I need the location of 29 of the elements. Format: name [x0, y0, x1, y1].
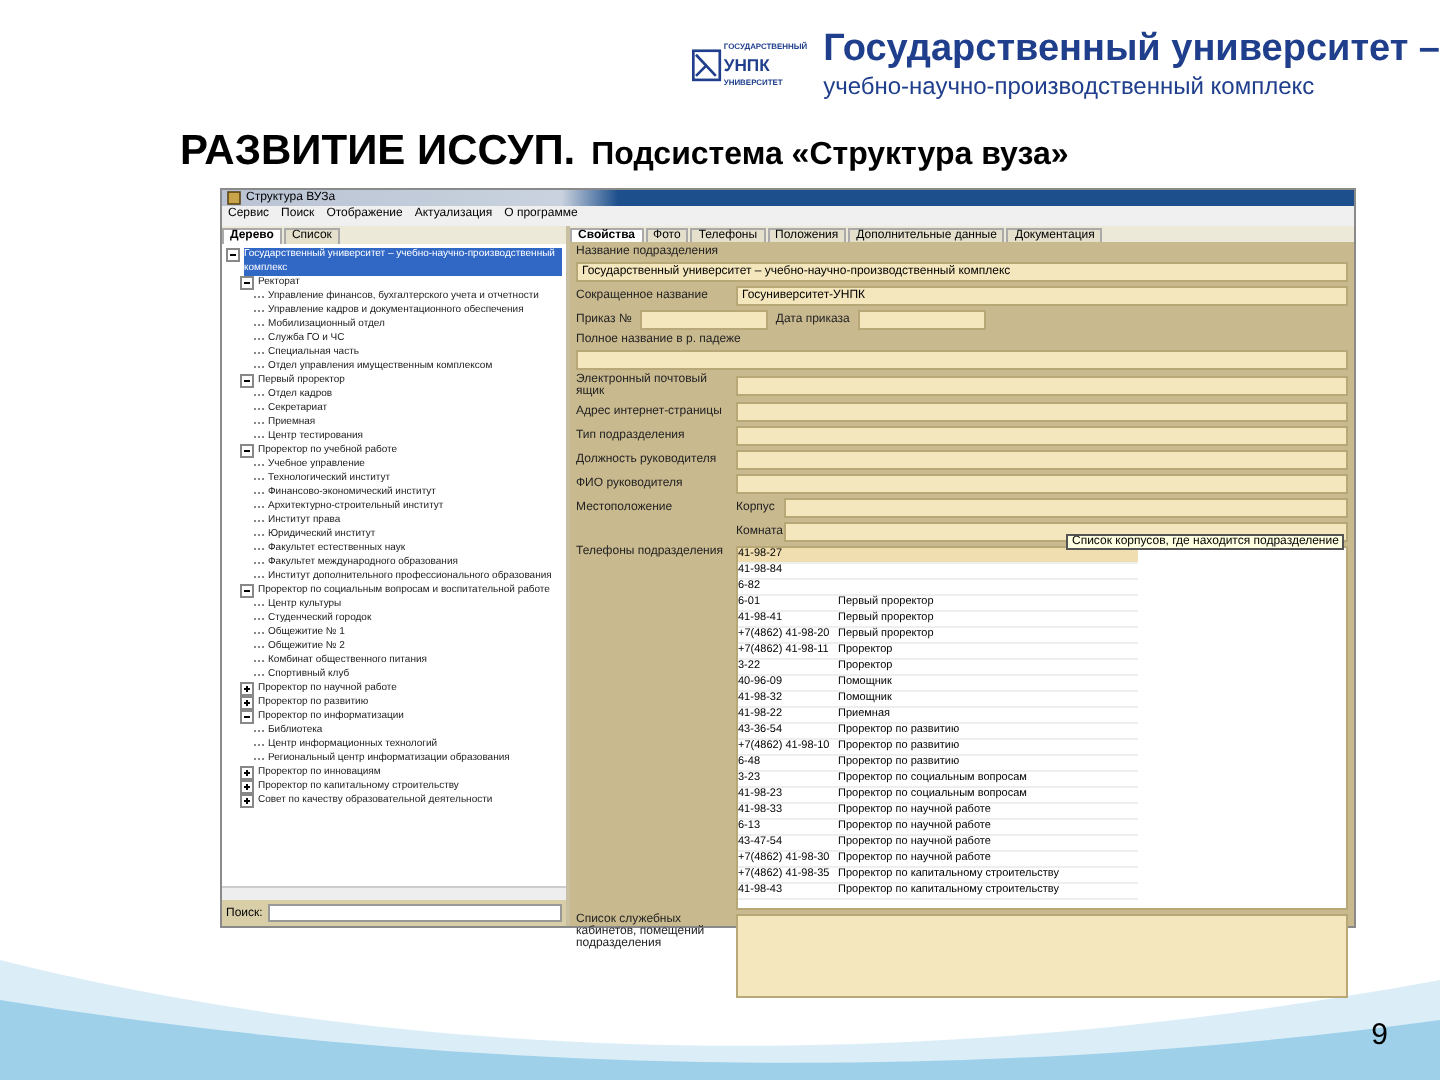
expand-icon[interactable] — [240, 682, 254, 696]
university-subtitle: учебно-научно-производственный комплекс — [823, 72, 1317, 100]
input-field[interactable] — [857, 310, 986, 330]
collapse-icon[interactable] — [240, 444, 254, 458]
horizontal-scrollbar[interactable] — [222, 886, 566, 900]
input-field[interactable] — [736, 426, 1348, 446]
collapse-icon[interactable] — [240, 276, 254, 290]
input-field[interactable] — [576, 350, 1348, 370]
input-field[interactable] — [784, 498, 1348, 518]
app-icon — [226, 190, 242, 206]
collapse-icon[interactable] — [226, 248, 240, 262]
input-field[interactable] — [736, 914, 1348, 998]
university-name: Государственный университет – — [823, 28, 1440, 72]
input-field[interactable] — [639, 310, 768, 330]
input-field[interactable] — [736, 474, 1348, 494]
slide-title: РАЗВИТИЕ ИССУП. — [180, 128, 576, 176]
search-field[interactable] — [268, 904, 562, 922]
input-field[interactable] — [736, 402, 1348, 422]
collapse-icon[interactable] — [240, 710, 254, 724]
input-field[interactable] — [736, 450, 1348, 470]
expand-icon[interactable] — [240, 766, 254, 780]
slide-subtitle: Подсистема «Структура вуза» — [591, 138, 1069, 174]
collapse-icon[interactable] — [240, 374, 254, 388]
input-field[interactable] — [736, 376, 1348, 396]
collapse-icon[interactable] — [240, 584, 254, 598]
expand-icon[interactable] — [240, 794, 254, 808]
expand-icon[interactable] — [240, 780, 254, 794]
page-number: 9 — [1371, 1018, 1388, 1052]
expand-icon[interactable] — [240, 696, 254, 710]
